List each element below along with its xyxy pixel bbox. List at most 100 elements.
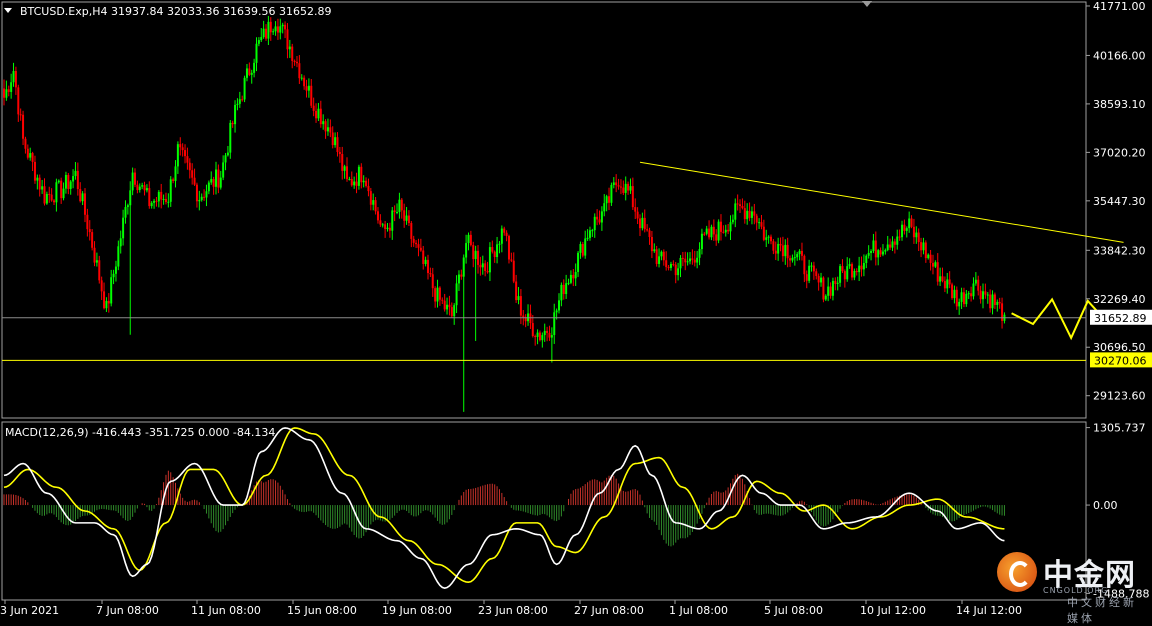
candle-body — [14, 71, 17, 88]
candle-body — [543, 330, 546, 336]
candle-body — [591, 230, 594, 232]
candle-body — [946, 279, 949, 289]
macd-panel-border — [1, 421, 1087, 601]
candle-body — [536, 332, 539, 337]
candle-body — [972, 283, 975, 297]
candle-body — [341, 154, 344, 171]
candle-body — [962, 292, 965, 305]
candle-body — [81, 193, 84, 202]
candle-body — [86, 214, 89, 230]
candle-body — [3, 88, 5, 98]
candle-body — [446, 304, 449, 310]
candle-body — [26, 148, 29, 158]
candle-body — [579, 244, 582, 253]
candle-body — [908, 218, 911, 229]
candle-body — [434, 288, 437, 302]
candle-body — [915, 232, 918, 238]
candle-body — [512, 260, 515, 282]
candle-body — [384, 224, 387, 229]
candle-body — [755, 215, 758, 223]
candle-body — [498, 243, 501, 245]
candle-body — [610, 184, 613, 203]
candle-body — [722, 231, 725, 233]
candle-body — [615, 182, 618, 186]
candle-body — [541, 335, 544, 341]
candle-body — [269, 21, 272, 33]
candle-body — [234, 104, 237, 125]
candle-body — [896, 236, 899, 245]
candle-body — [558, 300, 561, 311]
candle-body — [784, 244, 787, 257]
candle-body — [593, 216, 596, 231]
candle-body — [627, 183, 630, 191]
candle-body — [658, 256, 661, 264]
candle-body — [717, 221, 720, 241]
candle-body — [217, 169, 220, 188]
candle-body — [531, 323, 534, 337]
candle-body — [986, 294, 989, 296]
corner-arrow-icon[interactable] — [862, 1, 872, 7]
candle-body — [376, 211, 379, 221]
candle-body — [403, 210, 406, 221]
candle-body — [260, 37, 263, 41]
candle-body — [724, 229, 727, 233]
candle-body — [734, 203, 737, 220]
candle-body — [284, 24, 287, 30]
candle-body — [948, 279, 951, 285]
candle-body — [372, 200, 375, 205]
candle-body — [362, 180, 365, 183]
price-panel-border — [1, 1, 1087, 419]
candle-body — [827, 286, 830, 296]
candle-body — [881, 251, 884, 255]
candle-body — [203, 196, 206, 198]
candle-body — [279, 26, 282, 33]
candle-body — [64, 175, 67, 189]
candle-body — [45, 193, 48, 204]
candle-body — [870, 250, 873, 253]
candle-body — [641, 217, 644, 229]
candle-body — [477, 250, 480, 265]
menu-arrow-icon[interactable] — [4, 8, 12, 13]
candle-body — [898, 236, 901, 238]
candle-body — [33, 161, 36, 181]
candle-body — [338, 151, 341, 155]
candle-body — [777, 243, 780, 254]
candle-body — [779, 243, 782, 246]
candle-body — [353, 181, 356, 186]
candle-body — [436, 287, 439, 302]
candle-body — [662, 251, 665, 261]
candle-body — [443, 300, 446, 310]
candle-body — [315, 110, 318, 119]
time-tick-label: 3 Jun 2021 — [0, 604, 59, 617]
price-axis: 41771.00 40166.00 38593.10 37020.20 35447.30… — [1086, 0, 1146, 403]
candle-body — [648, 230, 651, 237]
candle-body — [131, 172, 134, 191]
candle-body — [184, 150, 187, 157]
price-tick-label: 32269.40 — [1093, 293, 1146, 306]
candle-body — [195, 184, 198, 202]
price-overlays: 31652.89 30270.06 — [2, 161, 1152, 368]
candle-body — [741, 205, 744, 209]
time-tick-label: 27 Jun 08:00 — [574, 604, 644, 617]
candle-body — [224, 155, 227, 163]
candle-body — [781, 245, 784, 257]
candle-body — [191, 170, 194, 178]
candle-body — [677, 268, 680, 276]
candle-body — [67, 175, 70, 189]
candle-body — [396, 212, 399, 214]
candle-body — [979, 290, 982, 300]
candle-body — [727, 229, 730, 232]
candle-body — [343, 166, 346, 171]
chart-canvas: 41771.00 40166.00 38593.10 37020.20 35447.30… — [0, 0, 1152, 617]
candle-body — [719, 221, 722, 232]
candle-body — [822, 277, 825, 300]
candle-body — [200, 196, 203, 200]
candle-body — [417, 244, 420, 248]
candle-body — [846, 266, 849, 280]
candle-body — [505, 232, 508, 236]
candle-body — [153, 200, 156, 203]
candle-body — [612, 182, 615, 185]
candle-body — [295, 61, 298, 64]
candle-body — [38, 177, 41, 190]
candle-body — [241, 99, 244, 101]
